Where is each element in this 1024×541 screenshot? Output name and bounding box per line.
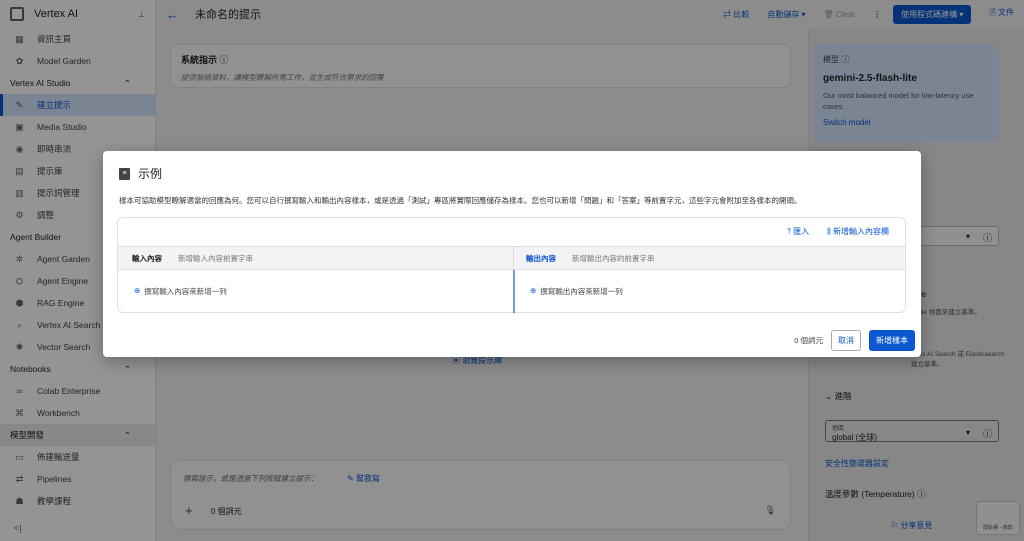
column-divider — [513, 246, 514, 270]
add-circle-icon: ⊕ — [530, 286, 537, 295]
add-input-row-label: 撰寫輸入內容來新增一列 — [144, 287, 227, 296]
examples-table: ⤒ 匯入 ⫼ 新增輸入內容欄 輸入內容 新增輸入內容前置字串 輸出內容 新增輸出… — [117, 217, 906, 313]
import-button[interactable]: ⤒ 匯入 — [787, 226, 809, 237]
output-header: 輸出內容 — [526, 253, 556, 263]
output-prefix-field[interactable]: 新增輸出內容的前置字串 — [572, 253, 655, 264]
output-focus-bar — [513, 270, 515, 313]
dialog-footer: 0 個詞元 取消 新增樣本 — [794, 330, 915, 351]
add-input-column-label: 新增輸入內容欄 — [833, 227, 889, 236]
add-output-row-button[interactable]: ⊕ 撰寫輸出內容來新增一列 — [530, 286, 623, 297]
add-input-column-button[interactable]: ⫼ 新增輸入內容欄 — [827, 226, 889, 237]
output-column-header: 輸出內容 新增輸出內容的前置字串 — [526, 247, 655, 269]
input-header: 輸入內容 — [132, 253, 162, 263]
add-output-row-label: 撰寫輸出內容來新增一列 — [540, 287, 623, 296]
document-icon: ≡ — [119, 167, 130, 180]
dialog-title: 示例 — [138, 167, 163, 181]
add-sample-button[interactable]: 新增樣本 — [869, 330, 915, 351]
dialog-description: 樣本可協助模型瞭解適當的回應為何。您可以自行撰寫輸入和輸出內容樣本，或是透過「測… — [119, 196, 802, 205]
dialog-header: ≡ 示例 — [119, 165, 162, 182]
input-prefix-field[interactable]: 新增輸入內容前置字串 — [178, 253, 253, 264]
add-circle-icon: ⊕ — [134, 286, 141, 295]
examples-dialog: ≡ 示例 樣本可協助模型瞭解適當的回應為何。您可以自行撰寫輸入和輸出內容樣本，或… — [103, 151, 921, 357]
table-header: 輸入內容 新增輸入內容前置字串 輸出內容 新增輸出內容的前置字串 — [118, 246, 905, 270]
add-input-row-button[interactable]: ⊕ 撰寫輸入內容來新增一列 — [134, 286, 227, 297]
input-column-header: 輸入內容 新增輸入內容前置字串 — [132, 247, 253, 269]
dialog-token-count: 0 個詞元 — [794, 336, 823, 345]
cancel-button[interactable]: 取消 — [831, 330, 861, 351]
table-actions: ⤒ 匯入 ⫼ 新增輸入內容欄 — [787, 226, 889, 237]
import-label: 匯入 — [793, 227, 810, 236]
